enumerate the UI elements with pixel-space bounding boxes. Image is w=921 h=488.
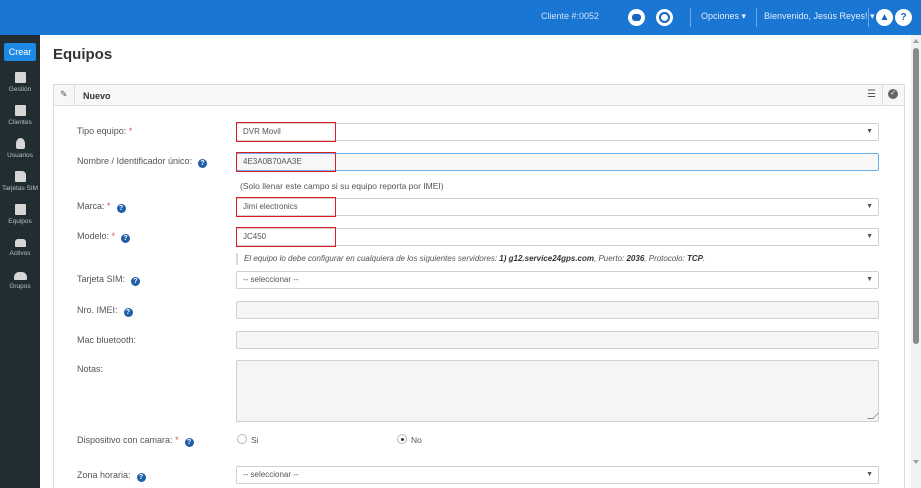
highlight-box	[236, 197, 336, 217]
header-divider	[882, 85, 883, 106]
notifications-button[interactable]: ▲	[876, 9, 893, 26]
sidebar-item-tarjetas-sim[interactable]: Tarjetas SIM	[0, 171, 40, 192]
page-title: Equipos	[53, 46, 113, 63]
sim-card-icon	[14, 171, 26, 182]
top-navbar: Cliente #:0052 Opciones ▾ Bienvenido, Je…	[0, 0, 921, 35]
question-icon: ?	[900, 12, 907, 23]
globe-button[interactable]	[656, 9, 673, 26]
sidebar-item-clientes[interactable]: Clientes	[0, 105, 40, 126]
sidebar-item-label: Tarjetas SIM	[1, 185, 39, 192]
tarjeta-sim-select[interactable]: -- seleccionar -- ▼	[236, 271, 879, 289]
help-icon[interactable]: ?	[131, 277, 141, 286]
marca-label: Marca: *?	[77, 201, 126, 213]
pencil-icon: ✎	[60, 89, 68, 99]
sidebar-item-grupos[interactable]: Grupos	[0, 270, 40, 290]
sidebar: Crear Gestión Clientes Usuarios Tarjetas…	[0, 35, 40, 488]
panel-title: Nuevo	[83, 91, 111, 101]
modelo-label: Modelo: *?	[77, 231, 131, 243]
bell-icon: ▲	[879, 12, 890, 23]
car-icon	[14, 239, 26, 247]
help-icon[interactable]: ?	[123, 308, 133, 317]
globe-icon	[659, 12, 670, 23]
navbar-divider	[690, 8, 691, 27]
cliente-number: Cliente #:0052	[541, 11, 600, 21]
scroll-up-icon[interactable]	[913, 39, 919, 43]
chat-button[interactable]	[628, 9, 645, 26]
chevron-down-icon: ▼	[866, 233, 873, 240]
camara-label: Dispositivo con camara: *?	[77, 435, 194, 447]
navbar-divider	[868, 8, 869, 27]
user-menu[interactable]: Bienvenido, Jesús Reyes! ▾	[764, 11, 875, 22]
navbar-divider	[756, 8, 757, 27]
server-info: El equipo lo debe configurar en cualquie…	[244, 254, 706, 263]
tipo-equipo-label: Tipo equipo: *	[77, 126, 133, 136]
sidebar-item-activos[interactable]: Activos	[0, 237, 40, 257]
zona-horaria-label: Zona horaria:?	[77, 470, 146, 482]
chat-icon	[632, 14, 641, 21]
sidebar-item-label: Gestión	[8, 86, 32, 93]
sidebar-item-usuarios[interactable]: Usuarios	[0, 138, 40, 159]
vertical-scrollbar[interactable]	[911, 35, 921, 488]
zona-horaria-select[interactable]: -- seleccionar -- ▼	[236, 466, 879, 484]
notas-textarea[interactable]	[236, 360, 879, 422]
camara-no-radio[interactable]	[397, 434, 407, 444]
scroll-thumb[interactable]	[913, 48, 919, 344]
nombre-label: Nombre / Identificador único:?	[77, 156, 208, 168]
sidebar-item-equipos[interactable]: Equipos	[0, 204, 40, 225]
highlight-box	[236, 122, 336, 142]
chevron-down-icon: ▼	[866, 276, 873, 283]
tarjeta-sim-label: Tarjeta SIM:?	[77, 274, 141, 286]
help-icon[interactable]: ?	[121, 234, 131, 243]
help-icon[interactable]: ?	[136, 473, 146, 482]
sidebar-item-label: Usuarios	[7, 152, 33, 159]
camara-si-radio[interactable]	[237, 434, 247, 444]
camara-si-label: Si	[251, 435, 259, 445]
help-icon[interactable]: ?	[116, 204, 126, 213]
sidebar-item-label: Activos	[9, 250, 31, 257]
gestion-icon	[14, 72, 26, 83]
imei-input[interactable]	[236, 301, 879, 319]
info-bar	[236, 253, 238, 265]
highlight-box	[236, 227, 336, 247]
notas-label: Notas:	[77, 364, 104, 374]
chevron-down-icon: ▼	[866, 471, 873, 478]
scroll-down-icon[interactable]	[913, 460, 919, 464]
clientes-icon	[14, 105, 26, 116]
imei-label: Nro. IMEI:?	[77, 305, 133, 317]
chevron-down-icon: ▼	[866, 128, 873, 135]
equipos-icon	[14, 204, 26, 215]
camara-no-label: No	[411, 435, 422, 445]
crear-button[interactable]: Crear	[4, 43, 36, 61]
help-icon[interactable]: ?	[198, 159, 208, 168]
resize-handle[interactable]	[867, 413, 879, 419]
user-icon	[15, 138, 25, 149]
highlight-box	[236, 152, 336, 172]
bluetooth-input[interactable]	[236, 331, 879, 349]
panel-header: ✎ Nuevo ☰ ✓	[54, 85, 904, 106]
help-icon[interactable]: ?	[184, 438, 194, 447]
header-divider	[74, 85, 75, 106]
sidebar-item-label: Equipos	[8, 218, 32, 225]
sidebar-item-label: Clientes	[8, 119, 32, 126]
sidebar-item-gestion[interactable]: Gestión	[0, 72, 40, 93]
check-circle-icon[interactable]: ✓	[888, 89, 898, 99]
group-icon	[13, 272, 27, 280]
imei-hint: (Solo llenar este campo si su equipo rep…	[240, 181, 444, 191]
help-button[interactable]: ?	[895, 9, 912, 26]
list-icon[interactable]: ☰	[867, 90, 876, 100]
bluetooth-label: Mac bluetooth:	[77, 335, 137, 345]
chevron-down-icon: ▼	[866, 203, 873, 210]
opciones-menu[interactable]: Opciones ▾	[701, 11, 746, 22]
sidebar-item-label: Grupos	[9, 283, 31, 290]
